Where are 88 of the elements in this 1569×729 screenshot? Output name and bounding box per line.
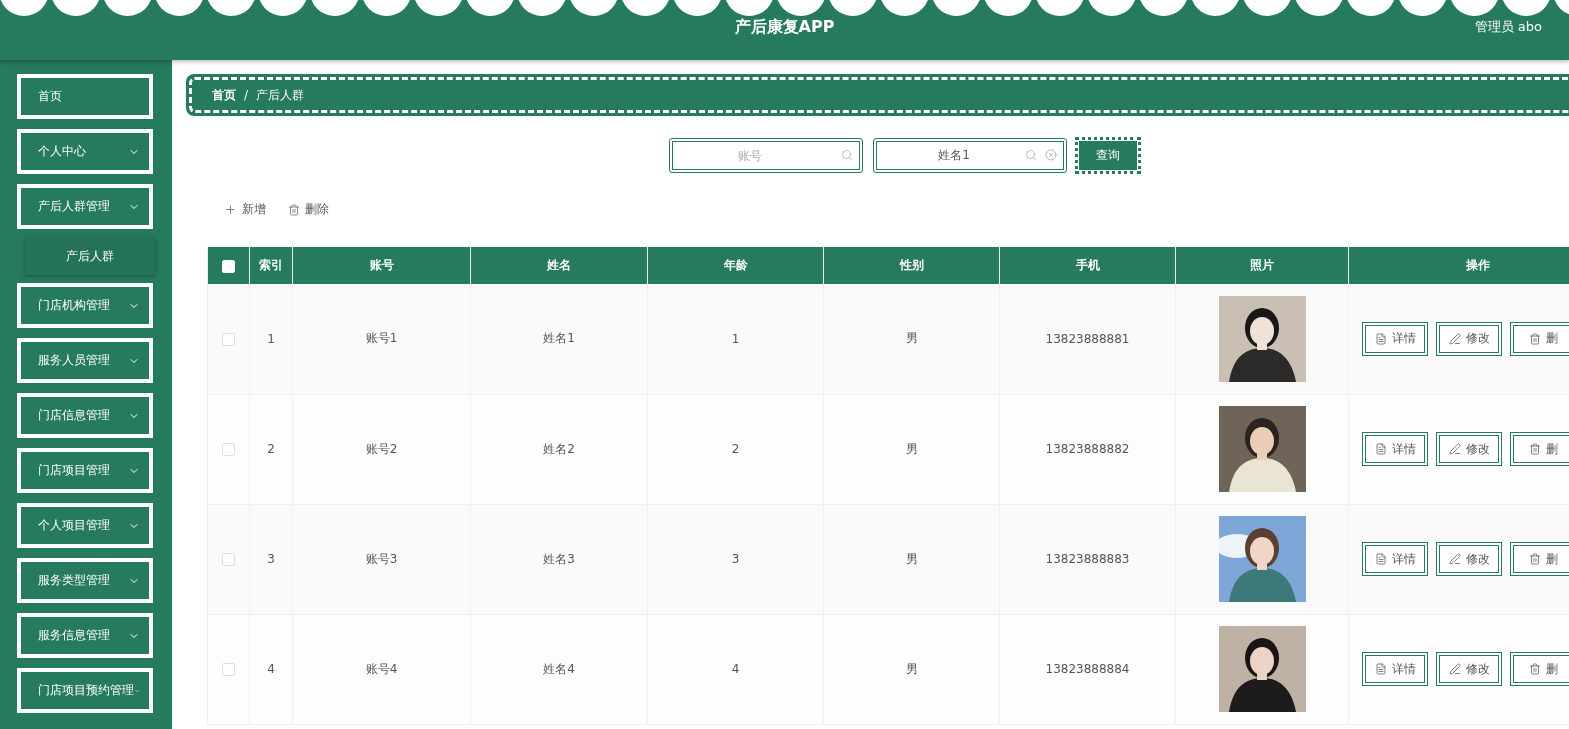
table-cell: 男 [905, 661, 918, 676]
column-header: 年龄 [647, 247, 824, 284]
table-cell: 3 [267, 552, 275, 566]
search-icon [1025, 149, 1037, 161]
column-header: 性别 [823, 247, 1000, 284]
trash-icon [1528, 332, 1541, 345]
pen-icon [1448, 553, 1461, 565]
column-header: 索引 [249, 247, 293, 284]
menu-item[interactable]: 个人项目管理 [17, 503, 153, 548]
menu-item[interactable]: 产后人群管理 [17, 184, 153, 229]
edit-button[interactable]: 修改 [1436, 542, 1502, 576]
table-cell: 男 [905, 551, 918, 566]
add-button[interactable]: 新增 [224, 201, 266, 218]
menu-item[interactable]: 门店项目预约管理 [17, 668, 153, 713]
table-cell: 13823888882 [1045, 442, 1130, 456]
table-cell: 男 [905, 331, 918, 346]
pen-icon [1448, 663, 1461, 675]
delete-button[interactable]: 删 [1510, 652, 1569, 686]
table-cell: 3 [731, 552, 740, 566]
row-checkbox[interactable] [222, 553, 235, 566]
pen-icon [1448, 443, 1461, 455]
detail-button[interactable]: 详情 [1362, 321, 1428, 356]
table-cell: 2 [267, 442, 275, 456]
table-cell: 账号4 [365, 661, 398, 676]
row-checkbox[interactable] [222, 663, 235, 676]
document-icon [1374, 553, 1387, 565]
table-cell: 2 [731, 442, 740, 456]
table-cell: 姓名1 [543, 331, 575, 346]
column-header: 姓名 [470, 247, 648, 284]
breadcrumb-link[interactable]: 产后人群 [256, 86, 305, 104]
query-button[interactable]: 查询 [1077, 139, 1139, 172]
user-label: 管理员 abo [1474, 18, 1542, 36]
column-header: 账号 [292, 247, 471, 284]
menu-item[interactable]: 服务类型管理 [17, 558, 153, 603]
trash-icon [1528, 443, 1541, 455]
menu-item[interactable]: 个人中心 [17, 129, 153, 174]
search-field[interactable]: 姓名1 [873, 138, 1067, 173]
delete-button[interactable]: 删除 [288, 201, 329, 218]
table-cell: 姓名4 [543, 661, 575, 676]
table-cell: 账号2 [365, 441, 398, 456]
menu-item[interactable]: 门店机构管理 [17, 283, 153, 328]
column-header: 照片 [1175, 247, 1349, 284]
table-cell: 13823888884 [1045, 662, 1130, 676]
document-icon [1374, 663, 1387, 675]
delete-button[interactable]: 删 [1510, 321, 1569, 356]
breadcrumb-link[interactable]: 首页 [212, 86, 236, 104]
edit-button[interactable]: 修改 [1436, 652, 1502, 686]
document-icon [1374, 443, 1387, 455]
table-cell: 1 [731, 331, 740, 346]
pen-icon [1448, 332, 1461, 345]
plus-icon [224, 203, 237, 216]
table-cell: 13823888883 [1045, 552, 1130, 566]
app-title: 产后康复APP [734, 17, 835, 38]
table-cell: 姓名3 [543, 551, 575, 566]
edit-button[interactable]: 修改 [1436, 321, 1502, 356]
menu-item[interactable]: 服务信息管理 [17, 613, 153, 658]
row-checkbox[interactable] [222, 332, 235, 346]
column-header: 手机 [999, 247, 1176, 284]
detail-button[interactable]: 详情 [1362, 542, 1428, 576]
row-checkbox[interactable] [222, 443, 235, 456]
detail-button[interactable]: 详情 [1362, 432, 1428, 466]
document-icon [1374, 332, 1387, 345]
table-cell: 13823888881 [1045, 331, 1130, 346]
submenu-item[interactable]: 产后人群 [25, 237, 155, 275]
trash-icon [1528, 663, 1541, 675]
menu-item[interactable]: 门店信息管理 [17, 393, 153, 438]
table-cell: 姓名2 [543, 441, 575, 456]
column-header: 操作 [1348, 247, 1569, 284]
breadcrumb-separator: / [244, 88, 249, 102]
table-cell: 账号1 [365, 331, 398, 346]
table-cell: 男 [905, 441, 918, 456]
search-field[interactable]: 账号 [669, 138, 863, 173]
trash-icon [1528, 553, 1541, 565]
clear-icon[interactable] [1045, 149, 1057, 161]
menu-item[interactable]: 门店项目管理 [17, 448, 153, 493]
delete-button[interactable]: 删 [1510, 542, 1569, 576]
trash-icon [288, 203, 300, 216]
edit-button[interactable]: 修改 [1436, 432, 1502, 466]
table-cell: 账号3 [365, 551, 398, 566]
table-cell: 4 [731, 662, 740, 676]
delete-button[interactable]: 删 [1510, 432, 1569, 466]
menu-item[interactable]: 首页 [17, 74, 153, 119]
menu-item[interactable]: 服务人员管理 [17, 338, 153, 383]
table-cell: 4 [267, 662, 275, 676]
table-cell: 1 [267, 331, 275, 346]
detail-button[interactable]: 详情 [1362, 652, 1428, 686]
search-icon [841, 149, 853, 161]
select-all-checkbox[interactable] [222, 259, 235, 273]
